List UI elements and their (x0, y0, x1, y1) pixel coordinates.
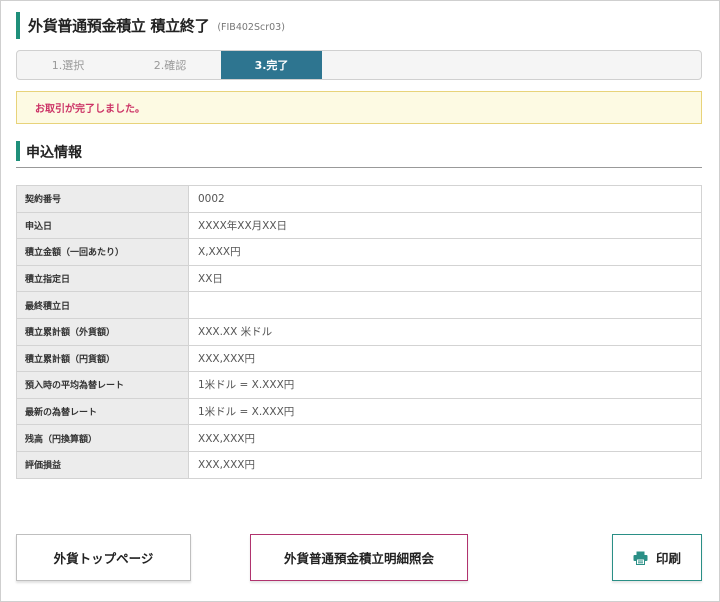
table-row: 契約番号 0002 (16, 185, 702, 213)
section-title: 申込情報 (16, 140, 702, 168)
completion-message: お取引が完了しました。 (35, 104, 145, 115)
row-value: XXX.XX 米ドル (188, 317, 702, 346)
row-label: 残高（円換算額） (16, 424, 189, 452)
foreign-currency-top-label: 外貨トップページ (53, 551, 154, 566)
row-value: XXX,XXX円 (188, 424, 702, 452)
savings-detail-inquiry-button[interactable]: 外貨普通預金積立明細照会 (250, 534, 468, 581)
row-value: 0002 (188, 185, 702, 213)
row-label: 預入時の平均為替レート (16, 371, 189, 399)
application-info-table: 契約番号 0002 申込日 XXXX年XX月XX日 積立金額（一回あたり） X,… (16, 185, 702, 479)
row-label: 積立累計額（円貨額） (16, 344, 189, 373)
row-value: XXXX年XX月XX日 (188, 211, 702, 240)
row-label: 最新の為替レート (16, 397, 189, 426)
table-row: 積立指定日 XX日 (16, 264, 702, 293)
row-value: 1米ドル = X.XXX円 (188, 371, 702, 399)
row-label: 申込日 (16, 211, 189, 240)
step-confirm: 2.確認 (153, 59, 187, 72)
table-row: 申込日 XXXX年XX月XX日 (16, 211, 702, 240)
table-row: 最終積立日 (16, 291, 702, 319)
row-label: 積立累計額（外貨額） (16, 317, 189, 346)
step-indicator: 1.選択 2.確認 3.完了 (16, 50, 702, 80)
table-row: 残高（円換算額） XXX,XXX円 (16, 424, 702, 452)
table-row: 積立累計額（外貨額） XXX.XX 米ドル (16, 317, 702, 346)
row-label: 積立指定日 (16, 264, 189, 293)
table-row: 預入時の平均為替レート 1米ドル = X.XXX円 (16, 371, 702, 399)
page-frame: 外貨普通預金積立 積立終了 (FIB402Scr03) 1.選択 2.確認 3.… (0, 0, 720, 602)
page-title-text: 外貨普通預金積立 積立終了 (28, 17, 210, 35)
table-row: 積立累計額（円貨額） XXX,XXX円 (16, 344, 702, 373)
row-label: 契約番号 (16, 185, 189, 213)
completion-notice: お取引が完了しました。 (16, 91, 702, 124)
row-value: XXX,XXX円 (188, 344, 702, 373)
step-complete: 3.完了 (221, 51, 322, 79)
print-button[interactable]: 印刷 (612, 534, 702, 581)
row-value (188, 291, 702, 319)
savings-detail-inquiry-label: 外貨普通預金積立明細照会 (283, 551, 434, 566)
table-row: 評価損益 XXX,XXX円 (16, 450, 702, 479)
printer-icon (633, 551, 648, 565)
row-value: X,XXX円 (188, 238, 702, 266)
row-value: 1米ドル = X.XXX円 (188, 397, 702, 426)
row-label: 積立金額（一回あたり） (16, 238, 189, 266)
page-title: 外貨普通預金積立 積立終了 (FIB402Scr03) (16, 12, 706, 39)
foreign-currency-top-button[interactable]: 外貨トップページ (16, 534, 191, 581)
row-value: XXX,XXX円 (188, 450, 702, 479)
screen-code: (FIB402Scr03) (217, 21, 285, 33)
row-label: 評価損益 (16, 450, 189, 479)
section-title-bar (16, 141, 20, 161)
row-value: XX日 (188, 264, 702, 293)
step-select: 1.選択 (51, 59, 85, 72)
section-title-text: 申込情報 (26, 145, 82, 161)
print-label: 印刷 (655, 551, 681, 566)
table-row: 最新の為替レート 1米ドル = X.XXX円 (16, 397, 702, 426)
table-row: 積立金額（一回あたり） X,XXX円 (16, 238, 702, 266)
row-label: 最終積立日 (16, 291, 189, 319)
